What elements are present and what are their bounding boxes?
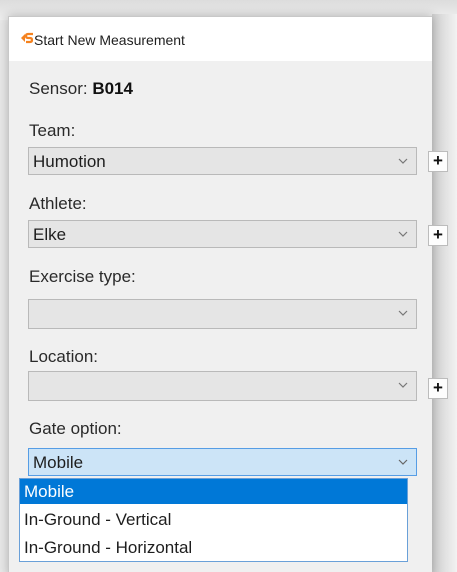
gate-option-select[interactable]: Mobile xyxy=(28,448,417,476)
team-label: Team: xyxy=(29,121,76,140)
location-select[interactable] xyxy=(28,371,417,401)
gate-option-mobile[interactable]: Mobile xyxy=(20,479,407,504)
gate-option-in-ground-vertical[interactable]: In-Ground - Vertical xyxy=(20,507,407,532)
app-logo-icon xyxy=(21,32,34,44)
exercise-type-label: Exercise type: xyxy=(29,267,136,286)
exercise-type-select[interactable] xyxy=(28,299,417,329)
chevron-down-icon xyxy=(398,231,408,237)
location-label: Location: xyxy=(29,347,98,366)
gate-option-value: Mobile xyxy=(33,453,84,472)
team-select-value: Humotion xyxy=(33,152,106,171)
athlete-label: Athlete: xyxy=(29,194,87,213)
gate-option-in-ground-horizontal[interactable]: In-Ground - Horizontal xyxy=(20,535,407,560)
sensor-label: Sensor: xyxy=(29,79,88,98)
sensor-row: Sensor: B014 xyxy=(29,79,133,99)
athlete-select-value: Elke xyxy=(33,225,67,244)
sensor-value: B014 xyxy=(92,79,133,98)
desktop-shadow-right xyxy=(432,14,457,572)
gate-option-dropdown-list: Mobile In-Ground - Vertical In-Ground - … xyxy=(19,478,408,562)
gate-option-label: Gate option: xyxy=(29,419,122,438)
athlete-select[interactable]: Elke xyxy=(28,220,417,248)
add-location-button[interactable]: + xyxy=(428,378,448,399)
chevron-down-icon xyxy=(398,382,408,388)
add-team-button[interactable]: + xyxy=(428,151,448,172)
add-athlete-button[interactable]: + xyxy=(428,225,448,246)
chevron-down-icon xyxy=(398,459,408,465)
team-select[interactable]: Humotion xyxy=(28,147,417,175)
chevron-down-icon xyxy=(398,310,408,316)
chevron-down-icon xyxy=(398,158,408,164)
window-title: Start New Measurement xyxy=(34,32,185,48)
title-bar: Start New Measurement xyxy=(9,17,432,61)
